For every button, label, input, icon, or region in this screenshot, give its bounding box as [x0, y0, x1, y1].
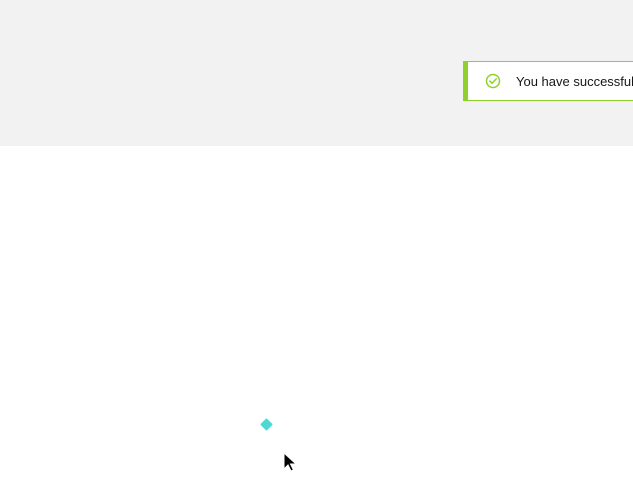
main-content-area — [0, 146, 633, 477]
check-circle-icon — [485, 73, 501, 89]
notification-message: You have successfully — [516, 73, 633, 89]
mouse-pointer-icon — [283, 452, 297, 472]
screen: You have successfully — [0, 0, 633, 477]
success-notification[interactable]: You have successfully — [463, 61, 633, 101]
